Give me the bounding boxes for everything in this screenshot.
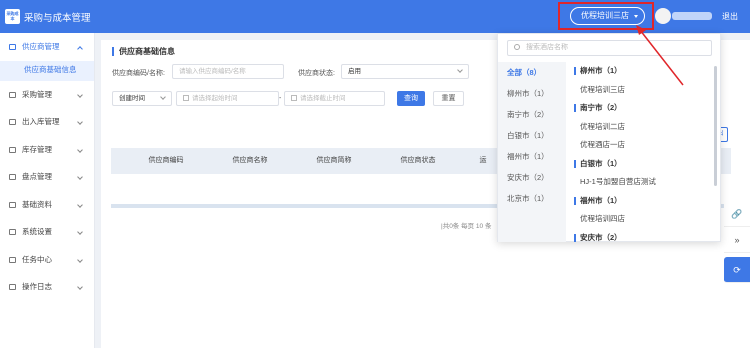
annotation-arrow xyxy=(636,25,684,86)
